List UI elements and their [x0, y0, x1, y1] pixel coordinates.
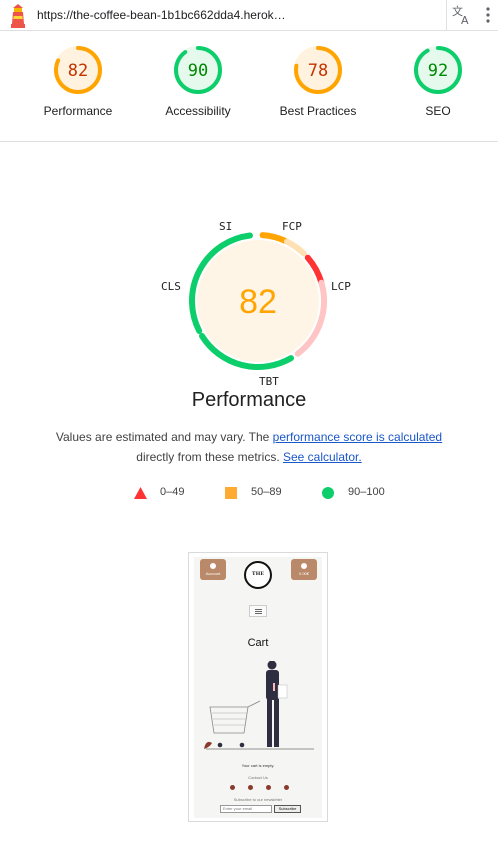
final-screenshot[interactable]: Account THE 0.00€ Cart Your cart is empt… — [188, 552, 328, 822]
translate-icon[interactable]: 文 A — [451, 4, 473, 26]
shop-logo: THE — [244, 561, 272, 589]
toolbar-divider — [446, 0, 447, 31]
gauge-score: 92 — [428, 61, 448, 81]
svg-text:A: A — [461, 14, 469, 26]
basket-icon — [301, 563, 307, 569]
account-icon — [210, 563, 216, 569]
lighthouse-icon — [11, 4, 25, 28]
screenshot-page: Account THE 0.00€ Cart Your cart is empt… — [194, 557, 322, 818]
newsletter-subscribe-button: Subscribe — [274, 805, 301, 813]
gauge-score: 82 — [68, 61, 88, 81]
gauge-best-practices[interactable]: 78 Best Practices — [263, 45, 373, 118]
gauge-score: 90 — [188, 61, 208, 81]
gauge-ring: 78 — [294, 46, 342, 94]
metric-label-si: SI — [219, 220, 233, 233]
gauge-label: SEO — [425, 104, 451, 118]
phone-icon — [284, 785, 289, 790]
mail-icon — [266, 785, 271, 790]
legend-average-range: 50–89 — [251, 486, 282, 498]
newsletter-heading: Subscribe to our newsletter — [233, 797, 283, 802]
metric-label-cls: CLS — [161, 280, 181, 293]
metric-label-lcp: LCP — [331, 280, 351, 293]
empty-cart-illustration — [204, 661, 314, 750]
legend-fail-range: 0–49 — [160, 486, 185, 498]
gauge-accessibility[interactable]: 90 Accessibility — [143, 45, 253, 118]
metric-label-tbt: TBT — [259, 375, 279, 388]
more-vert-icon[interactable] — [486, 7, 490, 23]
url-bar: https://the-coffee-bean-1b1bc662dda4.her… — [0, 0, 498, 31]
performance-score-large: 82 — [239, 283, 277, 321]
square-icon — [225, 487, 237, 499]
circle-icon — [322, 487, 334, 499]
hamburger-menu-icon — [249, 605, 267, 617]
newsletter-email-input: Enter your email — [220, 805, 272, 813]
gauge-ring: 90 — [174, 46, 222, 94]
triangle-icon — [134, 487, 147, 499]
gauge-ring: 82 — [54, 46, 102, 94]
gauge-ring: 92 — [414, 46, 462, 94]
performance-gauge-large: 82 — [189, 232, 327, 370]
legend-pass-range: 90–100 — [348, 486, 385, 498]
gauge-label: Accessibility — [165, 104, 231, 118]
gauge-performance[interactable]: 82 Performance — [23, 45, 133, 118]
facebook-icon — [230, 785, 235, 790]
gauge-label: Best Practices — [279, 104, 357, 118]
description-mid: directly from these metrics. — [136, 450, 283, 464]
description-prefix: Values are estimated and may vary. The — [55, 430, 273, 444]
metric-label-fcp: FCP — [282, 220, 302, 233]
basket-label: 0.00€ — [298, 571, 309, 576]
account-label: Account — [205, 571, 221, 576]
basket-button: 0.00€ — [291, 559, 317, 580]
performance-description: Values are estimated and may vary. The p… — [40, 427, 458, 467]
empty-cart-message: Your cart is empty. — [241, 763, 275, 768]
performance-title: Performance — [191, 389, 307, 411]
gauge-seo[interactable]: 92 SEO — [383, 45, 493, 118]
performance-score-link[interactable]: performance score is calculated — [273, 430, 442, 444]
scores-summary: 82 Performance 90 Accessibility 78 Best Pra… — [0, 31, 498, 142]
account-button: Account — [200, 559, 226, 580]
contact-heading: Contact Us — [248, 775, 268, 780]
gauge-label: Performance — [43, 104, 113, 118]
url-text[interactable]: https://the-coffee-bean-1b1bc662dda4.her… — [37, 8, 286, 22]
see-calculator-link[interactable]: See calculator. — [283, 450, 362, 464]
instagram-icon — [248, 785, 253, 790]
arc-fcp — [259, 232, 288, 244]
gauge-score: 78 — [308, 61, 328, 81]
cart-title: Cart — [247, 637, 269, 649]
